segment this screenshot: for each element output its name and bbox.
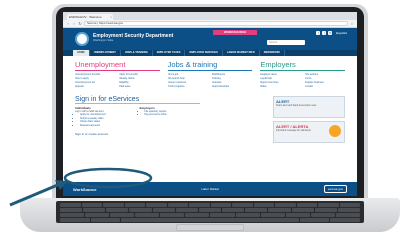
list-item[interactable]: Request payments [80,124,136,127]
alert-card[interactable]: ALERT Scam alert and fraud prevention ne… [273,96,345,118]
column-link[interactable]: Veterans [212,81,252,84]
column-link[interactable]: Hire workers [305,73,345,76]
column-link[interactable]: Training [212,77,252,80]
column-link[interactable]: Find a job [168,73,208,76]
unemployment-heading[interactable]: Unemployment [75,60,160,71]
browser-tab[interactable]: ESDWAGOV - Welcome × [67,14,113,20]
individual-list: Apply for unemployment Submit a weekly c… [75,113,136,127]
url-input[interactable]: Secure | https://esd.wa.gov [84,21,349,26]
jobs-heading[interactable]: Jobs & training [167,60,253,71]
search-input[interactable]: Search [267,40,305,45]
column-link[interactable]: Report new hires [260,81,300,84]
lower-section: Sign in for eServices Individuals Log in… [75,96,345,143]
column-link[interactable]: Layoff help [260,77,300,80]
employer-list: File quarterly reports Pay premiums onli… [140,110,201,117]
column-link[interactable]: Appeals [75,85,115,88]
unemployment-column: Unemployment Unemployment benefits Apply… [75,60,160,88]
signup-link[interactable]: Sign in or create account [75,132,200,136]
header-banner[interactable]: WORKSOURCE [213,30,257,35]
jobs-column: Jobs & training Find a job WorkSource Jo… [167,60,253,88]
signin-title: Sign in for eServices [75,96,200,104]
address-bar: ‹ › ↻ Secure | https://esd.wa.gov ☆ [63,20,357,28]
alerts-panel: ALERT Scam alert and fraud prevention ne… [206,96,345,143]
signin-panel: Sign in for eServices Individuals Log in… [75,96,200,143]
column-link[interactable]: Unemployment tax [75,81,115,84]
twitter-icon[interactable]: t [322,31,327,35]
esd-logo[interactable] [75,32,89,46]
column-link[interactable]: Weekly claims [119,77,159,80]
column-link[interactable]: Career resources [168,81,208,84]
footer-box[interactable]: esd.wa.gov [323,185,347,193]
column-link[interactable]: Apply for benefits [119,73,159,76]
column-link[interactable]: Unemployment benefits [75,73,115,76]
alert-card[interactable]: ALERT / ALERTA Important message for cla… [273,121,345,143]
column-link[interactable]: Rates [260,85,300,88]
back-icon[interactable]: ‹ [66,21,70,26]
site-header: Employment Security Department Washingto… [63,28,357,50]
page-content: Unemployment Unemployment benefits Apply… [63,56,357,143]
laptop-keyboard [56,201,364,223]
bookmark-star-icon[interactable]: ☆ [350,21,354,26]
column-link[interactable]: Eligibility [119,81,159,84]
list-item[interactable]: Pay premiums online [145,113,201,116]
column-link[interactable]: WorkSource [212,73,252,76]
site-subtitle: Washington State [93,39,114,42]
close-icon[interactable]: × [110,14,113,20]
browser-tabbar: ESDWAGOV - Welcome × [63,12,357,20]
bell-icon [329,125,341,137]
header-social: f t ✉ Español [316,31,347,35]
reload-icon[interactable]: ↻ [78,21,82,26]
laptop-screen: ESDWAGOV - Welcome × ‹ › ↻ Secure | http… [63,12,357,196]
column-link[interactable]: Youth programs [168,85,208,88]
column-link[interactable]: Job search help [168,77,208,80]
employers-heading[interactable]: Employers [260,60,346,71]
employers-column: Employers Employer taxes Hire workers La… [260,60,346,88]
topic-columns: Unemployment Unemployment benefits Apply… [75,60,346,88]
language-link[interactable]: Español [336,31,347,35]
forward-icon[interactable]: › [72,21,76,26]
footer-middle[interactable]: Labor Market [201,187,219,191]
facebook-icon[interactable]: f [316,31,321,35]
column-link[interactable]: Register business [305,81,345,84]
alert-text: Scam alert and fraud prevention news [276,104,317,107]
laptop-trackpad [176,224,244,231]
column-link[interactable]: Paid leave [119,85,159,88]
footer-strip: WorkSource Labor Market esd.wa.gov [63,182,357,196]
column-link[interactable]: Forms [305,77,345,80]
column-link[interactable]: How to apply [75,77,115,80]
column-link[interactable]: Employer taxes [260,73,300,76]
column-link[interactable]: Contact [305,85,345,88]
tab-label: ESDWAGOV - Welcome [69,15,102,19]
footer-logo[interactable]: WorkSource [73,187,97,192]
email-icon[interactable]: ✉ [328,31,333,35]
column-link[interactable]: Apprenticeships [212,85,252,88]
laptop-scene: ESDWAGOV - Welcome × ‹ › ↻ Secure | http… [0,0,405,240]
